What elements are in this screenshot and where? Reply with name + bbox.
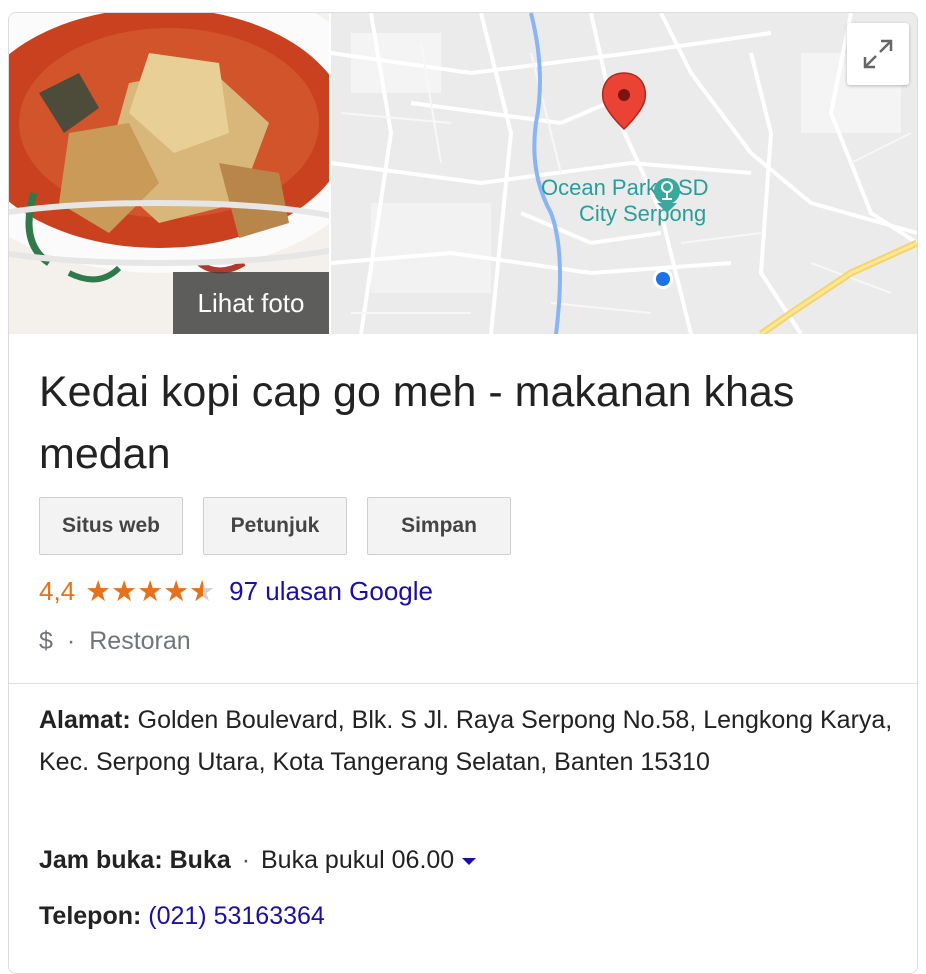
- separator-dot: ·: [66, 626, 76, 655]
- hours-row: Jam buka: Buka · Buka pukul 06.00: [39, 839, 899, 881]
- rating-value: 4,4: [39, 575, 76, 606]
- phone-row: Telepon: (021) 53163364: [39, 895, 899, 937]
- expand-map-button[interactable]: [847, 23, 909, 85]
- knowledge-panel: Lihat foto Ocean Park BSD City Serpong K…: [8, 12, 918, 974]
- divider: [9, 683, 917, 684]
- map-place-label-1: Ocean Park BSD: [541, 175, 709, 200]
- star-rating: ★ ★ ★ ★ ★★: [85, 574, 215, 609]
- price-level: $: [39, 626, 53, 655]
- expand-icon: [863, 39, 893, 69]
- hours-label: Jam buka:: [39, 846, 163, 874]
- current-location-icon: [653, 269, 673, 289]
- reviews-link[interactable]: 97 ulasan Google: [229, 576, 433, 607]
- star-icon: ★: [163, 575, 190, 608]
- website-button[interactable]: Situs web: [39, 497, 183, 555]
- hours-toggle[interactable]: Buka pukul 06.00: [261, 846, 477, 874]
- address-value: Golden Boulevard, Blk. S Jl. Raya Serpon…: [39, 706, 893, 776]
- half-star-icon: ★★: [189, 575, 216, 608]
- hours-status: Buka: [169, 846, 231, 874]
- address-label: Alamat:: [39, 706, 131, 734]
- phone-link[interactable]: (021) 53163364: [148, 902, 325, 930]
- place-photo[interactable]: Lihat foto: [9, 13, 329, 334]
- chevron-down-icon: [462, 857, 477, 865]
- hours-separator: ·: [241, 846, 251, 874]
- map-place-label-2: City Serpong: [579, 201, 706, 226]
- place-title: Kedai kopi cap go meh - makanan khas med…: [39, 368, 795, 478]
- hours-detail: Buka pukul 06.00: [261, 846, 455, 874]
- map-illustration: Ocean Park BSD City Serpong: [331, 13, 917, 334]
- directions-button[interactable]: Petunjuk: [203, 497, 347, 555]
- view-photos-button[interactable]: Lihat foto: [173, 272, 329, 334]
- category-row: $ · Restoran: [39, 621, 191, 661]
- star-icon: ★: [111, 575, 138, 608]
- save-button[interactable]: Simpan: [367, 497, 511, 555]
- rating-row: 4,4 ★ ★ ★ ★ ★★ 97 ulasan Google: [39, 571, 433, 611]
- map-thumbnail[interactable]: Ocean Park BSD City Serpong: [331, 13, 917, 334]
- address-row: Alamat: Golden Boulevard, Blk. S Jl. Ray…: [39, 699, 899, 783]
- phone-label: Telepon:: [39, 902, 142, 930]
- place-category: Restoran: [89, 626, 191, 655]
- star-icon: ★: [85, 575, 112, 608]
- star-icon: ★: [137, 575, 164, 608]
- hero-section: Lihat foto Ocean Park BSD City Serpong: [9, 13, 917, 334]
